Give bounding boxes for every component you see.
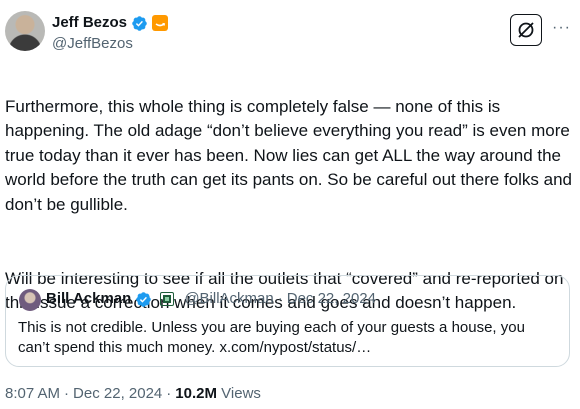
author-handle[interactable]: @JeffBezos: [52, 34, 133, 54]
footer-separator-2: ·: [166, 385, 172, 402]
footer-separator: ·: [64, 385, 70, 402]
quoted-author-name[interactable]: Bill Ackman: [46, 288, 131, 310]
author-avatar[interactable]: [5, 11, 45, 51]
tweet-footer: 8:07 AM · Dec 22, 2024 · 10.2M Views: [5, 384, 261, 404]
grok-button[interactable]: [510, 14, 542, 46]
views-label: Views: [221, 385, 261, 402]
verified-badge-icon: [136, 291, 152, 307]
tweet-paragraph-1: Furthermore, this whole thing is complet…: [5, 96, 573, 214]
quoted-text: This is not credible. Unless you are buy…: [18, 319, 525, 356]
quoted-author-avatar[interactable]: [19, 289, 41, 311]
affiliate-badge-icon[interactable]: [160, 292, 175, 306]
tweet-time[interactable]: 8:07 AM: [5, 384, 60, 404]
author-name-row: Jeff Bezos: [52, 13, 169, 33]
tweet-date[interactable]: Dec 22, 2024: [73, 384, 162, 404]
quoted-author-row: Bill Ackman @BillAckman · Dec 22, 2024: [46, 288, 376, 310]
grok-icon: [518, 22, 534, 38]
more-options-icon[interactable]: ···: [552, 18, 571, 38]
quoted-date[interactable]: Dec 22, 2024: [287, 288, 376, 310]
views-count[interactable]: 10.2M: [175, 385, 217, 402]
verified-badge-icon: [132, 15, 147, 31]
quoted-separator: ·: [277, 290, 283, 307]
quoted-tweet[interactable]: Bill Ackman @BillAckman · Dec 22, 2024 T…: [5, 275, 570, 367]
quoted-author-handle[interactable]: @BillAckman: [184, 288, 273, 310]
amazon-affiliate-icon[interactable]: [152, 15, 169, 31]
author-name[interactable]: Jeff Bezos: [52, 13, 127, 33]
